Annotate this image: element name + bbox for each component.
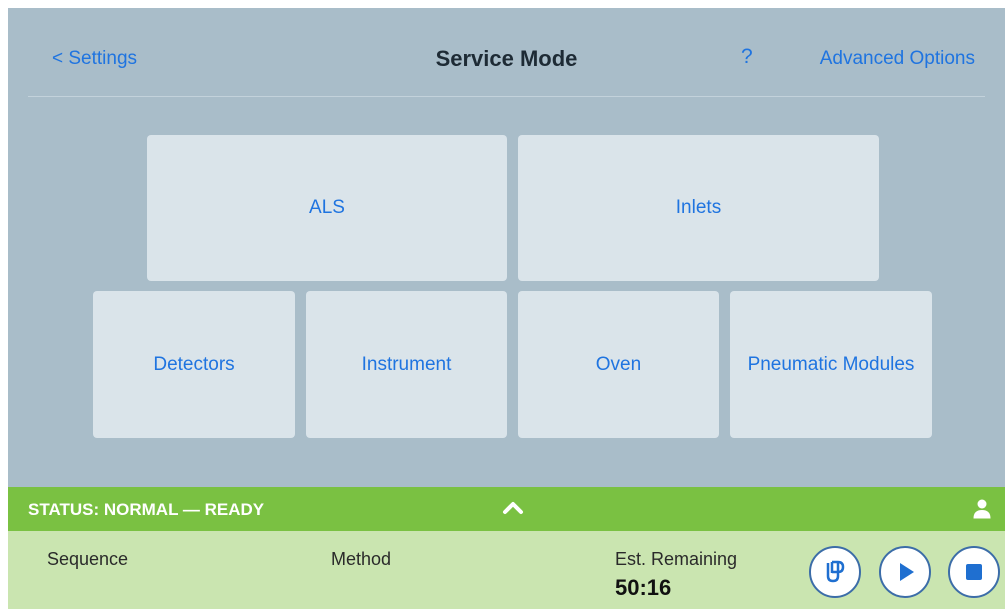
user-icon[interactable] [973, 499, 991, 519]
tile-oven-label: Oven [595, 353, 642, 375]
status-text: STATUS: NORMAL — READY [28, 500, 265, 519]
tile-detectors[interactable]: Detectors [93, 291, 295, 438]
tile-detectors-label: Detectors [153, 353, 235, 375]
service-mode-screen: < Settings Service Mode ? Advanced Optio… [8, 8, 1005, 609]
tile-inlets-label: Inlets [675, 197, 722, 218]
tile-instrument[interactable]: Instrument [306, 291, 507, 438]
run-footer: Sequence Method Est. Remaining 50:16 [8, 531, 1005, 609]
prep-run-button[interactable] [809, 546, 861, 598]
tile-pneumatic-modules-label: Pneumatic Modules [747, 353, 915, 375]
chevron-up-icon[interactable] [502, 499, 524, 515]
est-remaining-label: Est. Remaining [615, 549, 738, 569]
tile-inlets[interactable]: Inlets [518, 135, 879, 281]
tile-als-label: ALS [309, 197, 345, 218]
tile-oven[interactable]: Oven [518, 291, 719, 438]
advanced-options-link[interactable]: Advanced Options [820, 48, 975, 70]
tile-pneumatic-modules[interactable]: Pneumatic Modules [730, 291, 932, 438]
stop-run-button[interactable] [948, 546, 1000, 598]
prep-run-icon [826, 560, 845, 583]
start-run-button[interactable] [879, 546, 931, 598]
top-bar: < Settings Service Mode ? Advanced Optio… [8, 8, 1005, 96]
tile-als[interactable]: ALS [147, 135, 507, 281]
status-bar: STATUS: NORMAL — READY [8, 487, 1005, 531]
sequence-label: Sequence [47, 549, 129, 569]
header-divider [28, 96, 985, 97]
play-icon [900, 563, 914, 581]
tile-instrument-label: Instrument [361, 353, 452, 375]
method-label: Method [331, 549, 392, 569]
help-button[interactable]: ? [741, 45, 753, 69]
est-remaining-value: 50:16 [615, 575, 672, 600]
stop-icon [966, 564, 982, 580]
